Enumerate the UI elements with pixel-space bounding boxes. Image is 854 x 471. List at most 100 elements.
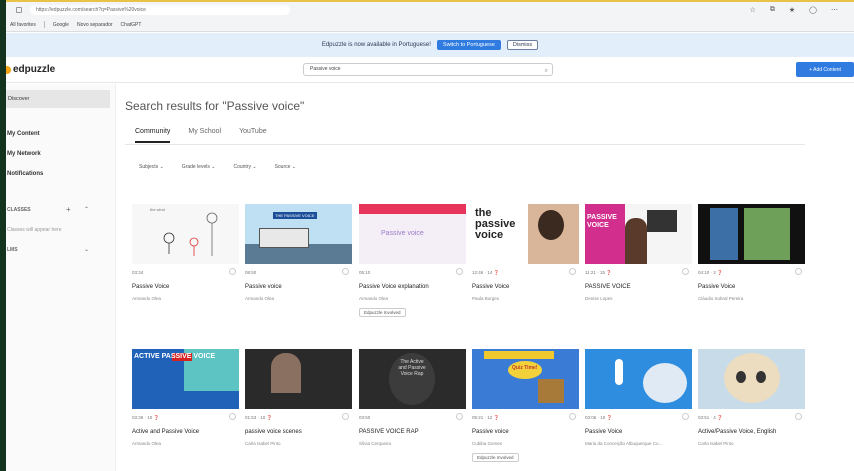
select-checkbox[interactable]	[456, 413, 463, 420]
select-checkbox[interactable]	[229, 413, 236, 420]
card-meta: 08:50	[245, 268, 352, 276]
select-checkbox[interactable]	[795, 268, 802, 275]
video-thumbnail[interactable]: THE PASSIVE VOICE	[245, 204, 352, 264]
select-checkbox[interactable]	[569, 268, 576, 275]
tab-my-school[interactable]: My School	[188, 128, 221, 143]
video-card[interactable]: ACTIVE PASSIVE VOICE 03:36 · 10 ❓ Active…	[132, 349, 239, 446]
select-checkbox[interactable]	[682, 268, 689, 275]
card-author[interactable]: Sílvia Cerqueira	[359, 441, 466, 446]
search-icon[interactable]: ⌕	[545, 66, 548, 77]
card-title[interactable]: PASSIVE VOICE RAP	[359, 429, 466, 435]
dismiss-button[interactable]: Dismiss	[506, 40, 539, 50]
card-author[interactable]: Maria da Conceição Albuquerque Co...	[585, 441, 692, 446]
card-author[interactable]: Armando Olea	[132, 296, 239, 301]
sidebar-item-discover[interactable]: Discover	[6, 90, 110, 108]
video-card[interactable]: the passive voice 12:46 · 14 ❓ Passive V…	[472, 204, 579, 301]
classes-empty-text: Classes will appear here	[7, 227, 62, 233]
add-content-button[interactable]: + Add Content	[796, 62, 854, 77]
card-title[interactable]: Passive Voice	[585, 429, 692, 435]
card-title[interactable]: Passive Voice explanation	[359, 284, 466, 290]
card-author[interactable]: Cubiba Gomes	[472, 441, 579, 446]
video-thumbnail[interactable]: Passive voice	[359, 204, 466, 264]
browser-toolbar: ☆ ⧉ ★ ◯ ⋯	[750, 6, 854, 14]
video-thumbnail[interactable]: PASSIVE VOICE	[585, 204, 692, 264]
select-checkbox[interactable]	[795, 413, 802, 420]
video-thumbnail[interactable]: the wind	[132, 204, 239, 264]
sidebar-item-my-network[interactable]: My Network	[7, 151, 41, 157]
extensions-icon[interactable]: ⧉	[770, 6, 775, 14]
sidebar-item-my-content[interactable]: My Content	[7, 131, 40, 137]
bookmark-chatgpt[interactable]: ChatGPT	[121, 22, 142, 28]
video-thumbnail[interactable]	[698, 204, 805, 264]
card-title[interactable]: Active and Passive Voice	[132, 429, 239, 435]
tab-community[interactable]: Community	[135, 128, 171, 143]
video-card[interactable]: 01:53 · 10 ❓ passive voice scenes Carla …	[245, 349, 352, 446]
video-thumbnail[interactable]: the passive voice	[472, 204, 579, 264]
video-thumbnail[interactable]: Quiz Time!	[472, 349, 579, 409]
card-author[interactable]: Armando Olea	[132, 441, 239, 446]
favorites-icon[interactable]: ★	[789, 6, 795, 14]
filter-source[interactable]: Source ⌄	[275, 164, 296, 170]
select-checkbox[interactable]	[456, 268, 463, 275]
video-thumbnail[interactable]: The Active and Passive Voice Rap	[359, 349, 466, 409]
card-title[interactable]: Passive Voice	[698, 284, 805, 290]
card-author[interactable]: Carla Isabel Pinto	[245, 441, 352, 446]
edpuzzle-logo[interactable]: edpuzzle	[6, 64, 55, 75]
lms-heading[interactable]: LMS	[7, 247, 18, 253]
card-title[interactable]: Passive Voice	[132, 284, 239, 290]
bookmark-novo-separador[interactable]: Novo separador	[77, 22, 113, 28]
video-thumbnail[interactable]: ACTIVE PASSIVE VOICE	[132, 349, 239, 409]
thumbnail-caption: the wind	[150, 207, 165, 212]
video-card[interactable]: 04:10 · 3 ❓ Passive Voice Cláudio Sobral…	[698, 204, 805, 301]
select-checkbox[interactable]	[342, 268, 349, 275]
chevron-up-icon[interactable]: ⌃	[84, 206, 89, 213]
profile-icon[interactable]: ◯	[809, 6, 817, 14]
bookmark-all-favorites[interactable]: All favorites	[10, 22, 36, 28]
card-author[interactable]: Carla Isabel Pinto	[698, 441, 805, 446]
select-checkbox[interactable]	[342, 413, 349, 420]
card-title[interactable]: passive voice scenes	[245, 429, 352, 435]
video-thumbnail[interactable]	[585, 349, 692, 409]
star-icon[interactable]: ☆	[750, 6, 756, 14]
video-card[interactable]: the wind 03:34 Passive Voice Armando Ole…	[132, 204, 239, 301]
tab-divider	[125, 144, 805, 145]
filter-grade-levels[interactable]: Grade levels ⌄	[182, 164, 216, 170]
bookmark-google[interactable]: Google	[53, 22, 69, 28]
card-title[interactable]: Passive Voice	[472, 284, 579, 290]
card-author[interactable]: Paula Borges	[472, 296, 579, 301]
video-card[interactable]: 03:51 · 4 ❓ Active/Passive Voice, Englis…	[698, 349, 805, 446]
select-checkbox[interactable]	[569, 413, 576, 420]
video-card[interactable]: 03:06 · 10 ❓ Passive Voice Maria da Conc…	[585, 349, 692, 446]
filter-country[interactable]: Country ⌄	[233, 164, 256, 170]
video-card[interactable]: The Active and Passive Voice Rap 03:50 P…	[359, 349, 466, 446]
card-author[interactable]: Denise Lopes	[585, 296, 692, 301]
video-card[interactable]: Passive voice 05:10 Passive Voice explan…	[359, 204, 466, 319]
card-title[interactable]: Passive voice	[472, 429, 579, 435]
select-checkbox[interactable]	[682, 413, 689, 420]
switch-language-button[interactable]: Switch to Portuguese	[436, 40, 501, 50]
add-class-icon[interactable]: +	[66, 205, 71, 214]
sidebar-item-notifications[interactable]: Notifications	[7, 171, 43, 177]
thumbnail-caption: THE PASSIVE VOICE	[273, 212, 317, 219]
filter-subjects[interactable]: Subjects ⌄	[139, 164, 164, 170]
video-thumbnail[interactable]	[698, 349, 805, 409]
card-author[interactable]: Armando Olea	[359, 296, 466, 301]
card-meta: 03:50	[359, 413, 466, 421]
search-input[interactable]: Passive voice ⌕	[303, 63, 553, 76]
video-thumbnail[interactable]	[245, 349, 352, 409]
card-title[interactable]: Passive voice	[245, 284, 352, 290]
video-card[interactable]: Quiz Time! 05:21 · 12 ❓ Passive voice Cu…	[472, 349, 579, 464]
card-title[interactable]: PASSIVE VOICE	[585, 284, 692, 290]
video-card[interactable]: THE PASSIVE VOICE 08:50 Passive voice Ar…	[245, 204, 352, 301]
card-author[interactable]: Cláudio Sobral Pereira	[698, 296, 805, 301]
card-title[interactable]: Active/Passive Voice, English	[698, 429, 805, 435]
select-checkbox[interactable]	[229, 268, 236, 275]
browser-address-bar: https://edpuzzle.com/search?q=Passive%20…	[6, 2, 854, 18]
card-author[interactable]: Armando Olea	[245, 296, 352, 301]
url-field[interactable]: https://edpuzzle.com/search?q=Passive%20…	[30, 5, 290, 15]
video-card[interactable]: PASSIVE VOICE 11:21 · 15 ❓ PASSIVE VOICE…	[585, 204, 692, 301]
menu-icon[interactable]: ⋯	[831, 6, 838, 14]
chevron-down-icon[interactable]: ⌄	[84, 246, 89, 253]
tab-youtube[interactable]: YouTube	[239, 128, 267, 143]
tab-icon[interactable]	[16, 7, 22, 13]
